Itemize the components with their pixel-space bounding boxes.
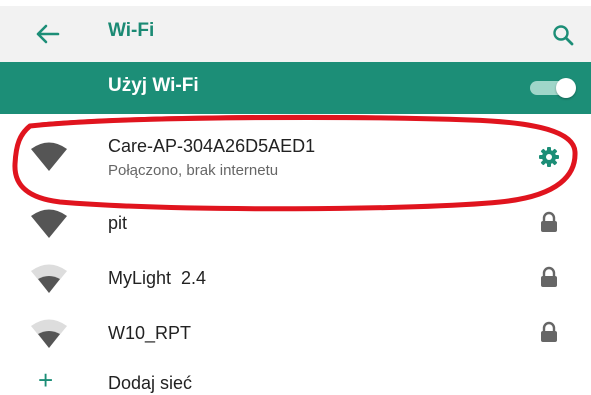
network-row[interactable]: W10_RPT — [0, 312, 591, 352]
add-network-label: Dodaj sieć — [108, 373, 193, 393]
use-wifi-bar[interactable]: Użyj Wi-Fi — [0, 62, 591, 114]
use-wifi-toggle[interactable] — [530, 78, 576, 98]
network-name: pit — [108, 213, 128, 233]
page-title: Wi-Fi — [108, 20, 155, 41]
network-row-connected[interactable]: Care-AP-304A26D5AED1 Połączono, brak int… — [0, 122, 591, 202]
network-name: W10_RPT — [108, 323, 192, 343]
lock-icon — [541, 266, 557, 287]
wifi-signal-full-icon — [31, 209, 67, 238]
settings-gear-icon[interactable] — [538, 146, 560, 168]
network-row[interactable]: MyLight 2.4 — [0, 257, 591, 297]
wifi-signal-weak-icon — [31, 319, 67, 348]
lock-icon — [541, 211, 557, 232]
wifi-signal-full-icon — [31, 142, 67, 171]
lock-icon — [541, 321, 557, 342]
use-wifi-label: Użyj Wi-Fi — [108, 75, 199, 96]
add-network-row[interactable]: + Dodaj sieć — [0, 365, 591, 394]
network-row[interactable]: pit — [0, 202, 591, 242]
network-name: MyLight 2.4 — [108, 268, 207, 288]
wifi-signal-weak-icon — [31, 264, 67, 293]
plus-icon: + — [38, 365, 54, 395]
toggle-thumb — [556, 78, 576, 98]
network-status: Połączono, brak internetu — [108, 162, 279, 179]
network-name: Care-AP-304A26D5AED1 — [108, 136, 316, 156]
app-bar: Wi-Fi — [0, 6, 591, 62]
back-arrow-icon[interactable] — [34, 22, 60, 46]
search-icon[interactable] — [552, 24, 574, 46]
